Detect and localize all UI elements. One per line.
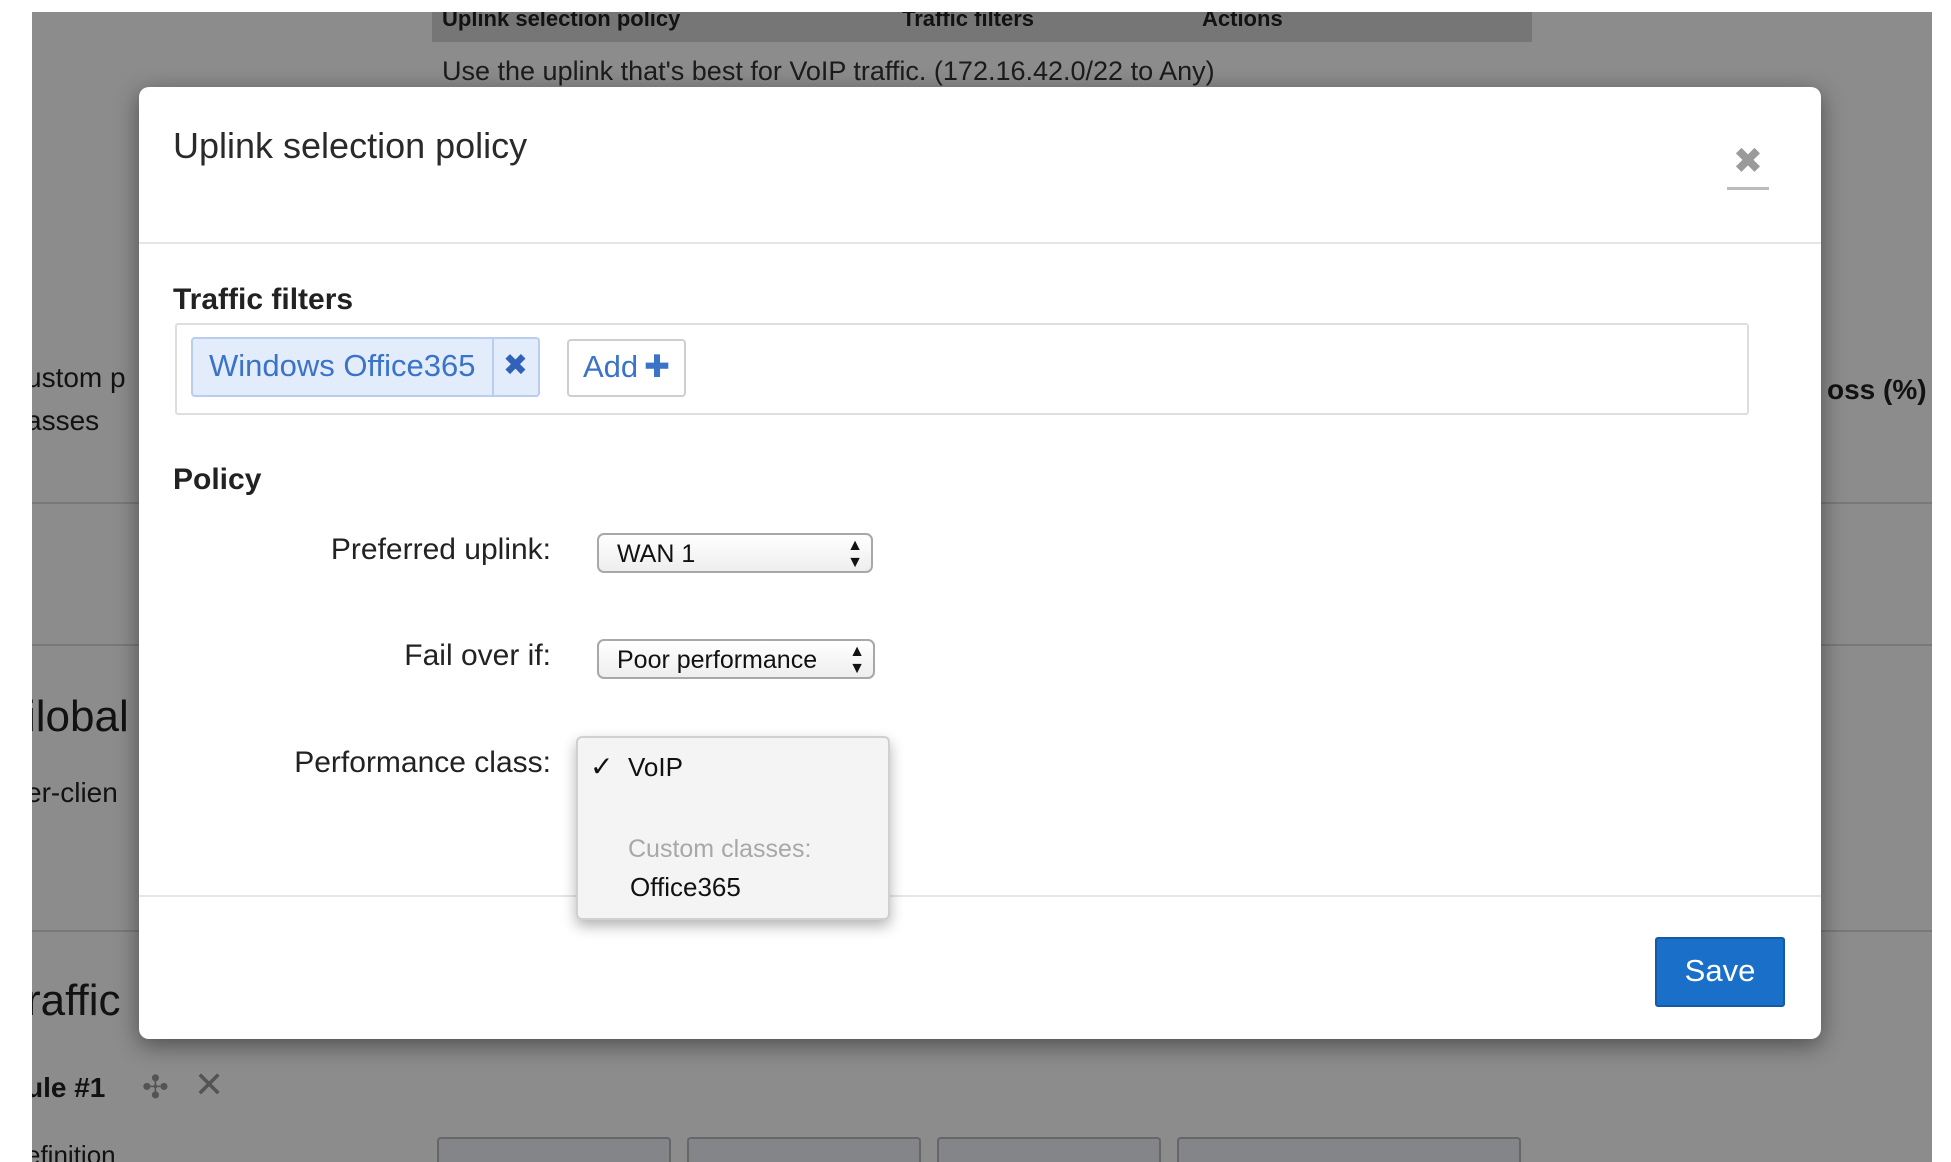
option-voip[interactable]: VoIP — [628, 752, 683, 783]
filter-chip-label: Windows Office365 — [209, 348, 476, 383]
fail-over-select[interactable]: Poor performance ▲ ▼ — [597, 639, 875, 679]
fail-over-value: Poor performance — [617, 646, 818, 674]
performance-class-label: Performance class: — [294, 746, 551, 779]
traffic-filters-label: Traffic filters — [173, 283, 354, 316]
plus-icon: ✚ — [644, 349, 671, 384]
preferred-uplink-label: Preferred uplink: — [330, 533, 551, 566]
select-arrows-icon: ▲ ▼ — [847, 537, 863, 571]
add-filter-label: Add — [583, 349, 639, 384]
fail-over-label: Fail over if: — [404, 639, 551, 672]
uplink-policy-modal: Uplink selection policy ✖ Traffic filter… — [139, 87, 1821, 1039]
select-arrows-icon: ▲ ▼ — [849, 643, 865, 677]
remove-icon[interactable]: ✖ — [491, 339, 538, 395]
checkmark-icon: ✓ — [590, 751, 614, 782]
traffic-filters-box[interactable]: Windows Office365 ✖ Add ✚ — [175, 323, 1749, 415]
performance-class-dropdown[interactable]: ✓ VoIP Custom classes: Office365 — [576, 736, 890, 920]
modal-header: Uplink selection policy ✖ — [139, 87, 1821, 244]
policy-label: Policy — [173, 463, 262, 496]
save-button[interactable]: Save — [1655, 937, 1785, 1007]
filter-chip: Windows Office365 ✖ — [191, 337, 540, 397]
preferred-uplink-select[interactable]: WAN 1 ▲ ▼ — [597, 533, 873, 573]
option-office365[interactable]: Office365 — [630, 872, 741, 903]
option-group-custom: Custom classes: — [628, 835, 812, 863]
preferred-uplink-value: WAN 1 — [617, 540, 696, 568]
close-icon[interactable]: ✖ — [1727, 141, 1769, 190]
modal-title: Uplink selection policy — [173, 125, 528, 166]
modal-footer-divider — [139, 895, 1821, 897]
add-filter-button[interactable]: Add ✚ — [567, 339, 687, 397]
